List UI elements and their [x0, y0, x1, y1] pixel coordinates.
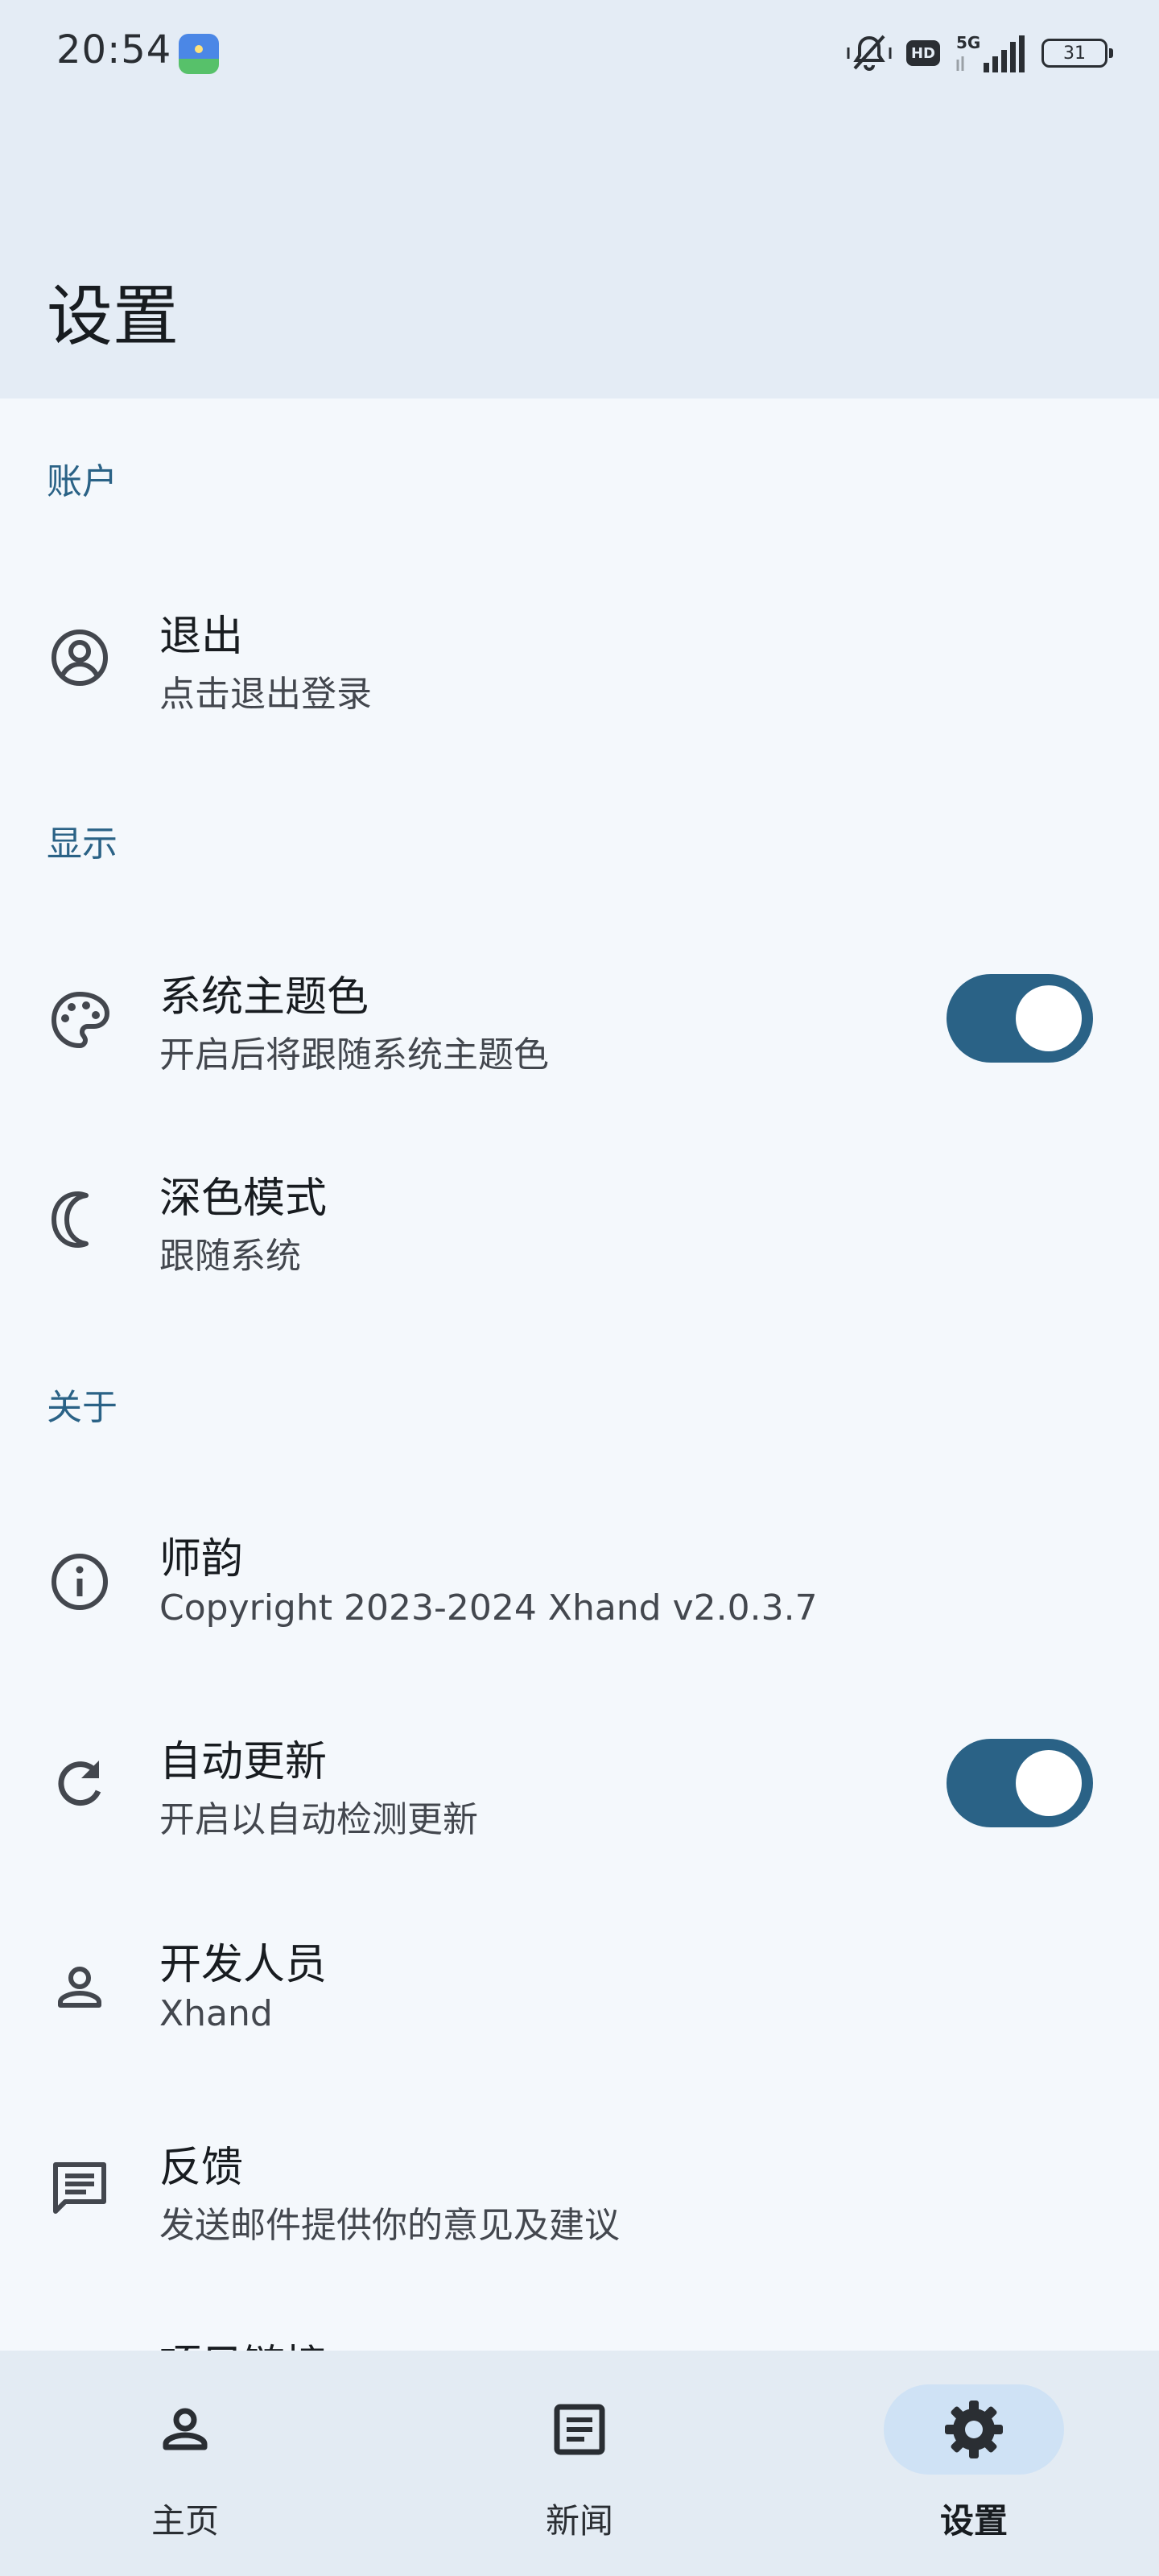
row-subtitle: 开启以自动检测更新 — [159, 1799, 478, 1840]
article-icon — [554, 2404, 605, 2455]
row-subtitle: 发送邮件提供你的意见及建议 — [159, 2205, 620, 2246]
vibrate-bell-off-icon — [847, 35, 892, 71]
settings-row-auto-update[interactable]: 自动更新 开启以自动检测更新 — [0, 1703, 1159, 1864]
row-subtitle: 开启后将跟随系统主题色 — [159, 1034, 549, 1075]
section-header-account: 账户 — [47, 461, 118, 502]
status-icons: HD 5G 31 — [847, 31, 1113, 76]
account-circle-icon — [47, 625, 113, 691]
toggle-knob — [1016, 1750, 1082, 1816]
page-title: 设置 — [47, 279, 179, 355]
nav-item-news[interactable]: 新闻 — [419, 2384, 740, 2545]
row-title: 开发人员 — [159, 1941, 328, 1989]
row-subtitle: 点击退出登录 — [159, 674, 372, 715]
auto-update-toggle[interactable] — [947, 1739, 1093, 1827]
nav-label: 设置 — [939, 2501, 1008, 2541]
section-header-about: 关于 — [47, 1387, 118, 1428]
nav-label: 新闻 — [545, 2501, 613, 2541]
person-icon — [163, 2408, 208, 2450]
settings-row-dynamic-color[interactable]: 系统主题色 开启后将跟随系统主题色 — [0, 939, 1159, 1100]
section-header-display: 显示 — [47, 824, 118, 865]
info-icon — [47, 1549, 113, 1615]
moon-icon — [47, 1187, 113, 1253]
hd-badge: HD — [906, 40, 940, 66]
settings-row-dark-mode[interactable]: 深色模式 跟随系统 — [0, 1140, 1159, 1301]
settings-screen: 20:54 HD 5G 31 设置 账户 退出 点击退出登录 显示 系统主题色 … — [0, 0, 1159, 2576]
person-icon — [47, 1955, 113, 2021]
notification-app-icon — [179, 34, 219, 74]
bottom-navigation-bar: 主页 新闻 设置 — [0, 2351, 1159, 2576]
settings-row-feedback[interactable]: 反馈 发送邮件提供你的意见及建议 — [0, 2109, 1159, 2270]
top-app-bar: 20:54 HD 5G 31 设置 — [0, 0, 1159, 398]
signal-5g-icon: 5G — [956, 33, 1025, 72]
row-title: 系统主题色 — [159, 973, 369, 1022]
settings-gear-icon — [945, 2401, 1003, 2458]
status-time: 20:54 — [56, 27, 172, 72]
row-title: 反馈 — [159, 2144, 244, 2192]
row-subtitle: Copyright 2023-2024 Xhand v2.0.3.7 — [159, 1587, 818, 1629]
row-title: 师韵 — [159, 1535, 244, 1583]
message-icon — [47, 2156, 113, 2222]
settings-row-app-info[interactable]: 师韵 Copyright 2023-2024 Xhand v2.0.3.7 — [0, 1501, 1159, 1662]
toggle-knob — [1016, 985, 1082, 1051]
palette-icon — [47, 987, 113, 1053]
nav-label: 主页 — [151, 2501, 219, 2541]
battery-icon: 31 — [1041, 39, 1113, 68]
settings-row-logout[interactable]: 退出 点击退出登录 — [0, 578, 1159, 739]
row-title: 深色模式 — [159, 1174, 328, 1223]
dynamic-color-toggle[interactable] — [947, 974, 1093, 1063]
row-subtitle: 跟随系统 — [159, 1236, 301, 1277]
network-label: 5G — [956, 33, 980, 52]
nav-item-settings[interactable]: 设置 — [813, 2384, 1135, 2545]
settings-row-developer[interactable]: 开发人员 Xhand — [0, 1906, 1159, 2067]
refresh-icon — [47, 1750, 113, 1816]
row-subtitle: Xhand — [159, 1993, 273, 2034]
nav-item-home[interactable]: 主页 — [24, 2384, 346, 2545]
row-title: 退出 — [159, 613, 244, 661]
row-title: 自动更新 — [159, 1738, 328, 1786]
